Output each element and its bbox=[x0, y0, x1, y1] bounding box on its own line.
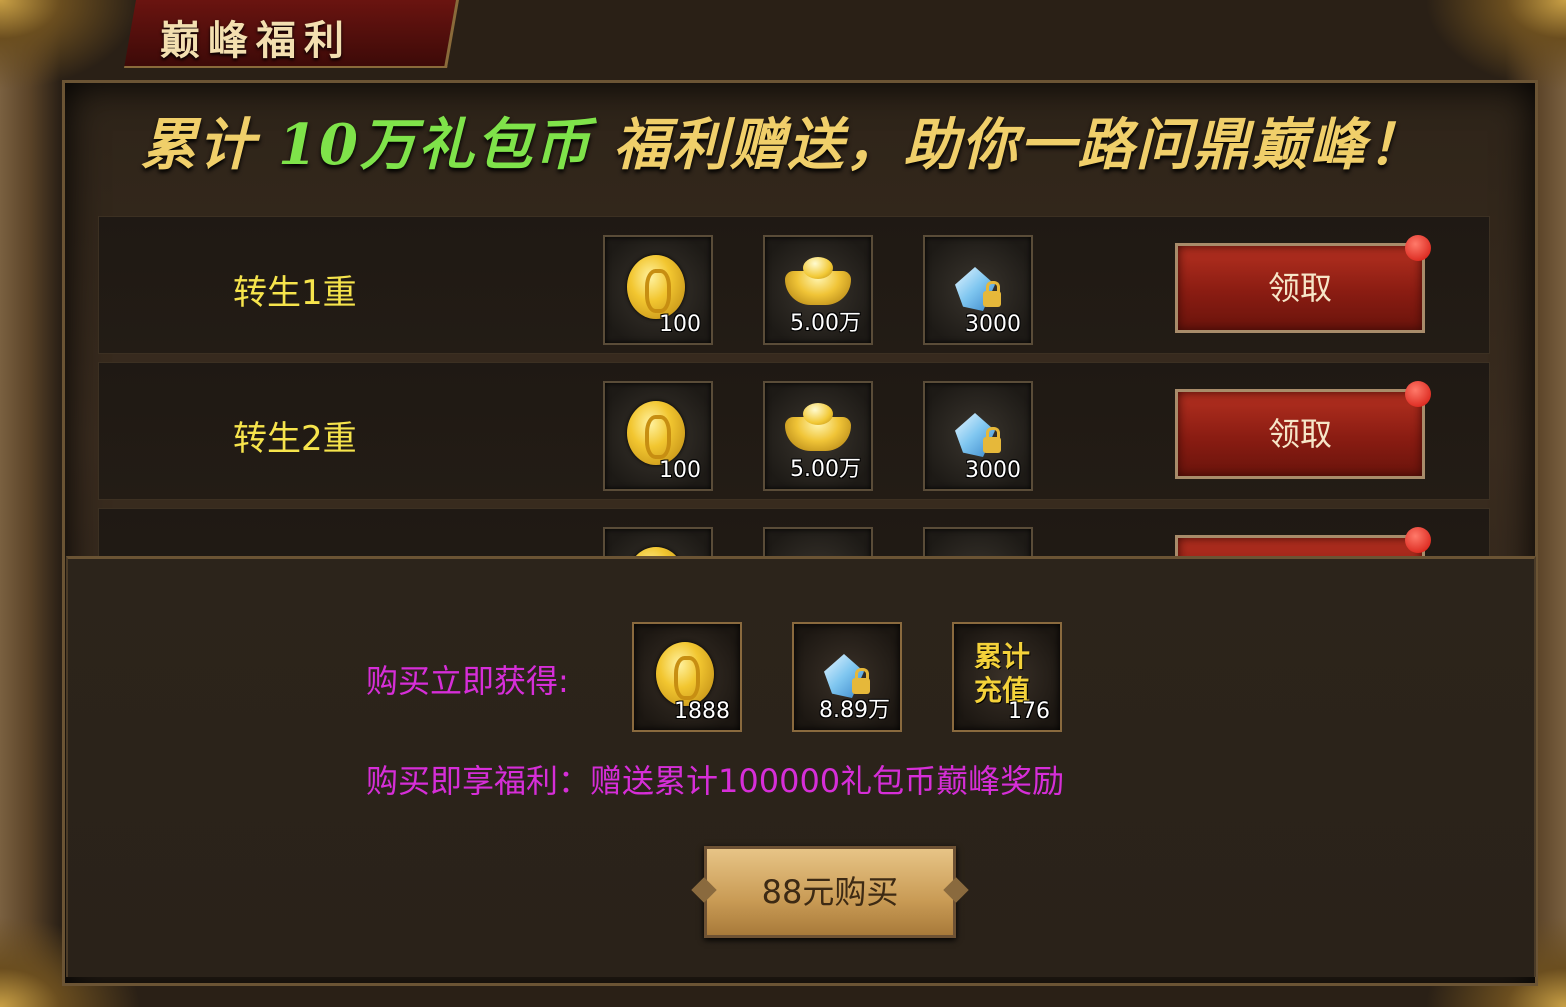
gold-coin-icon bbox=[627, 401, 685, 465]
banner-part2: 福利赠送，助你一路问鼎巅峰！ bbox=[591, 112, 1426, 178]
item-count: 100 bbox=[659, 312, 701, 337]
item-count: 5.00万 bbox=[790, 311, 861, 336]
reward-slot[interactable]: 100 bbox=[603, 381, 713, 491]
item-count: 100 bbox=[659, 458, 701, 483]
reward-slot[interactable]: 100 bbox=[603, 235, 713, 345]
banner-highlight: 10万礼包币 bbox=[278, 112, 592, 178]
reward-row-3 bbox=[98, 508, 1490, 558]
notification-dot-icon bbox=[1405, 235, 1431, 261]
claim-button[interactable]: 领取 bbox=[1175, 243, 1425, 333]
reward-row-1: 转生1重 100 5.00万 3000 领取 bbox=[98, 216, 1490, 354]
claim-button[interactable] bbox=[1175, 535, 1425, 558]
reward-slot[interactable]: 5.00万 bbox=[763, 381, 873, 491]
reward-list[interactable]: 转生1重 100 5.00万 3000 领取 转生2重 100 5.00万 30… bbox=[98, 216, 1490, 558]
buy-button[interactable]: 88元购买 bbox=[704, 846, 956, 938]
reward-slot[interactable]: 3000 bbox=[923, 235, 1033, 345]
reward-slot[interactable] bbox=[603, 527, 713, 558]
purchase-slot[interactable]: 累计充值 176 bbox=[952, 622, 1062, 732]
window-title: 巅峰福利 bbox=[160, 17, 352, 64]
item-count: 176 bbox=[1008, 699, 1050, 724]
row-label: 转生1重 bbox=[233, 273, 357, 313]
reward-slot[interactable]: 5.00万 bbox=[763, 235, 873, 345]
gold-ingot-icon bbox=[785, 403, 851, 451]
gold-ingot-icon bbox=[785, 257, 851, 305]
item-count: 3000 bbox=[965, 458, 1021, 483]
purchase-slot[interactable]: 8.89万 bbox=[792, 622, 902, 732]
lock-icon bbox=[983, 281, 1001, 307]
item-count: 1888 bbox=[674, 699, 730, 724]
purchase-label: 购买立即获得: bbox=[366, 662, 569, 700]
purchase-slot[interactable]: 1888 bbox=[632, 622, 742, 732]
notification-dot-icon bbox=[1405, 381, 1431, 407]
claim-button[interactable]: 领取 bbox=[1175, 389, 1425, 479]
gold-coin-icon bbox=[656, 642, 714, 706]
notification-dot-icon bbox=[1405, 527, 1431, 553]
item-count: 8.89万 bbox=[819, 698, 890, 723]
reward-slot[interactable]: 3000 bbox=[923, 381, 1033, 491]
purchase-benefit: 购买即享福利：赠送累计100000礼包币巅峰奖励 bbox=[366, 762, 1065, 800]
item-count: 5.00万 bbox=[790, 457, 861, 482]
item-count: 3000 bbox=[965, 312, 1021, 337]
lock-icon bbox=[983, 427, 1001, 453]
banner-part1: 累计 bbox=[140, 112, 279, 178]
reward-row-2: 转生2重 100 5.00万 3000 领取 bbox=[98, 362, 1490, 500]
recharge-icon: 累计充值 bbox=[974, 640, 1031, 707]
reward-slot[interactable] bbox=[763, 527, 873, 558]
row-label: 转生2重 bbox=[233, 419, 357, 459]
promo-banner: 累计 10万礼包币 福利赠送，助你一路问鼎巅峰！ bbox=[0, 100, 1566, 181]
reward-slot[interactable] bbox=[923, 527, 1033, 558]
gold-coin-icon bbox=[627, 255, 685, 319]
